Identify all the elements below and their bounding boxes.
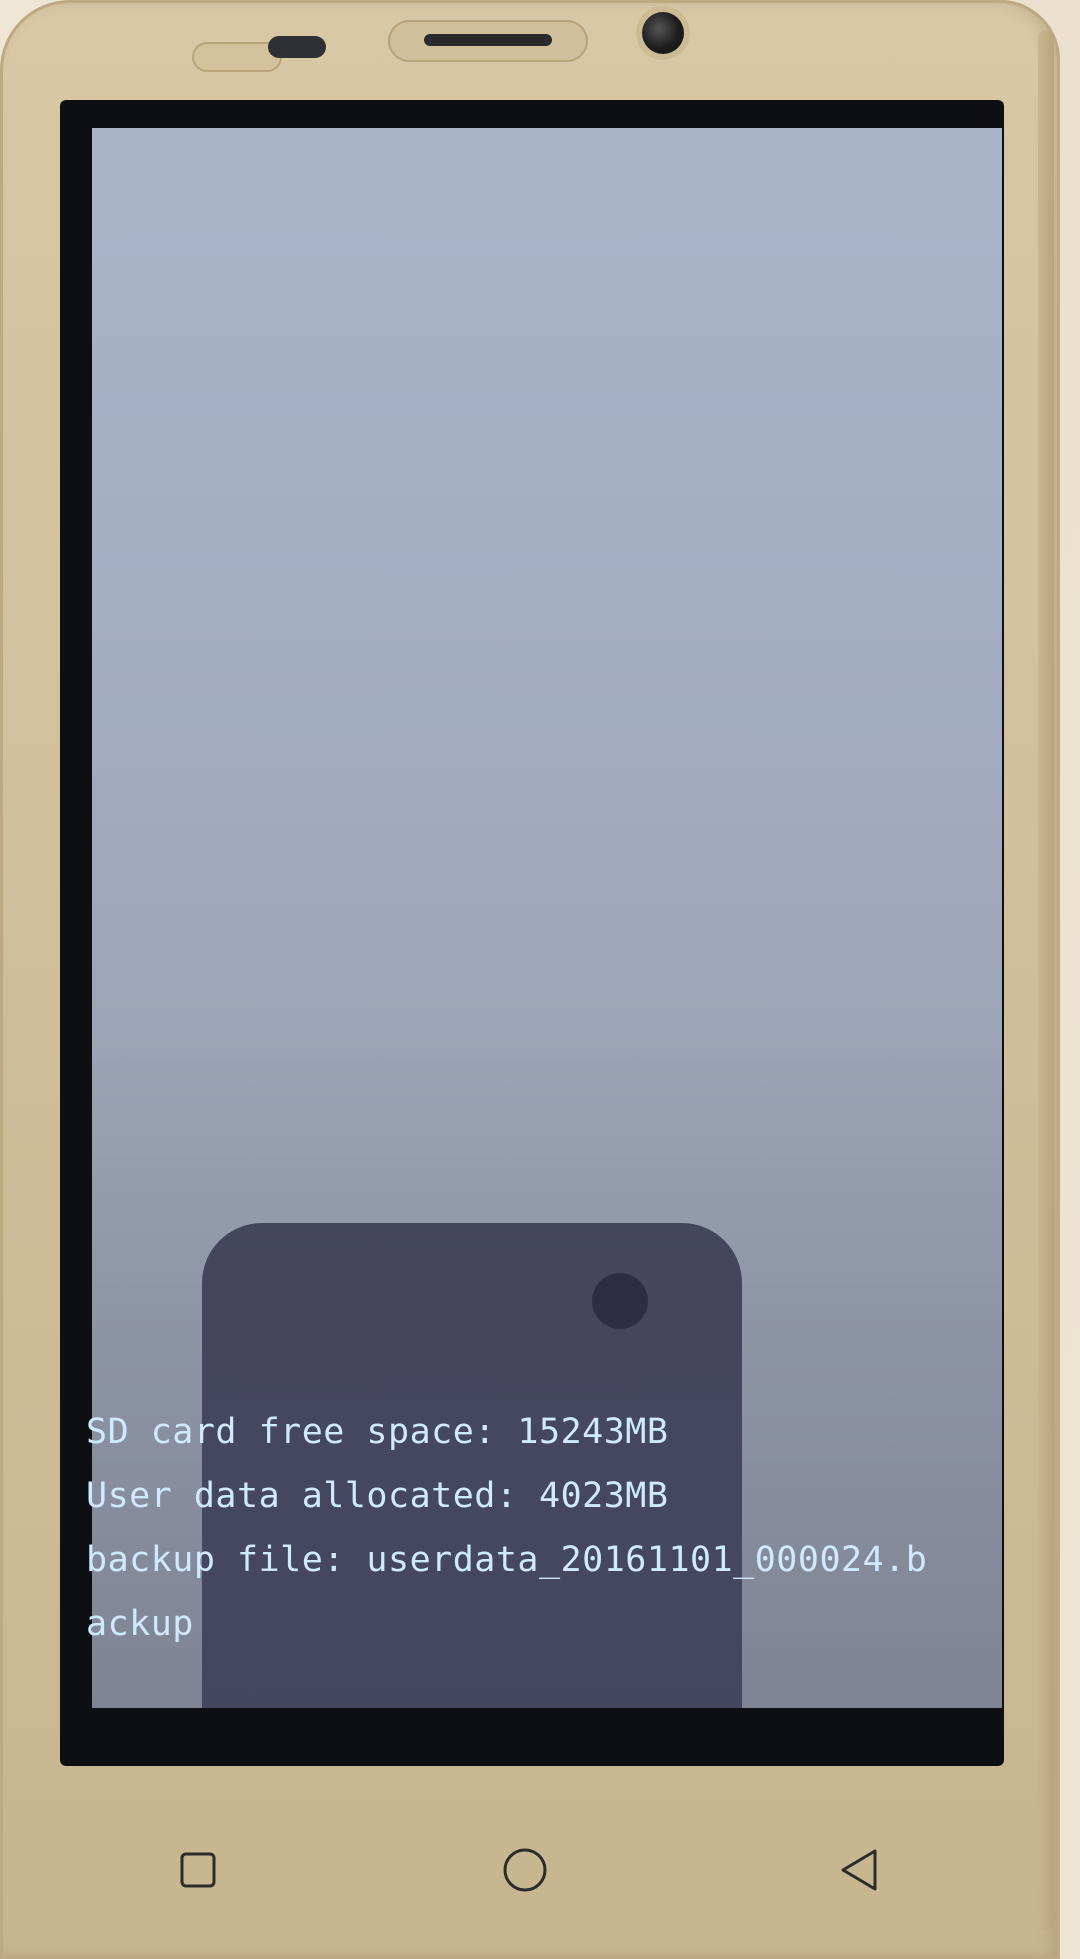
phone-side-edge xyxy=(1038,30,1054,1930)
navigation-bar xyxy=(0,1830,1060,1920)
front-camera-icon xyxy=(642,12,684,54)
phone-body: SD card free space: 15243MB User data al… xyxy=(0,0,1060,1959)
recovery-console-output: SD card free space: 15243MB User data al… xyxy=(86,1400,986,1656)
earpiece-grille xyxy=(424,34,552,46)
console-line-backup-file: backup file: userdata_20161101_000024.b xyxy=(86,1540,928,1580)
back-button[interactable] xyxy=(820,1830,900,1910)
home-icon xyxy=(503,1848,547,1892)
console-line-backup-file-wrap: ackup xyxy=(86,1604,194,1644)
reflection-lens xyxy=(592,1273,648,1329)
earpiece-speaker xyxy=(388,20,588,62)
home-button[interactable] xyxy=(485,1830,565,1910)
light-sensor xyxy=(268,36,326,58)
console-line-userdata: User data allocated: 4023MB xyxy=(86,1476,669,1516)
console-line-sd-free: SD card free space: 15243MB xyxy=(86,1412,669,1452)
back-icon xyxy=(841,1849,877,1891)
recent-apps-button[interactable] xyxy=(158,1830,238,1910)
recent-apps-icon xyxy=(180,1852,216,1888)
